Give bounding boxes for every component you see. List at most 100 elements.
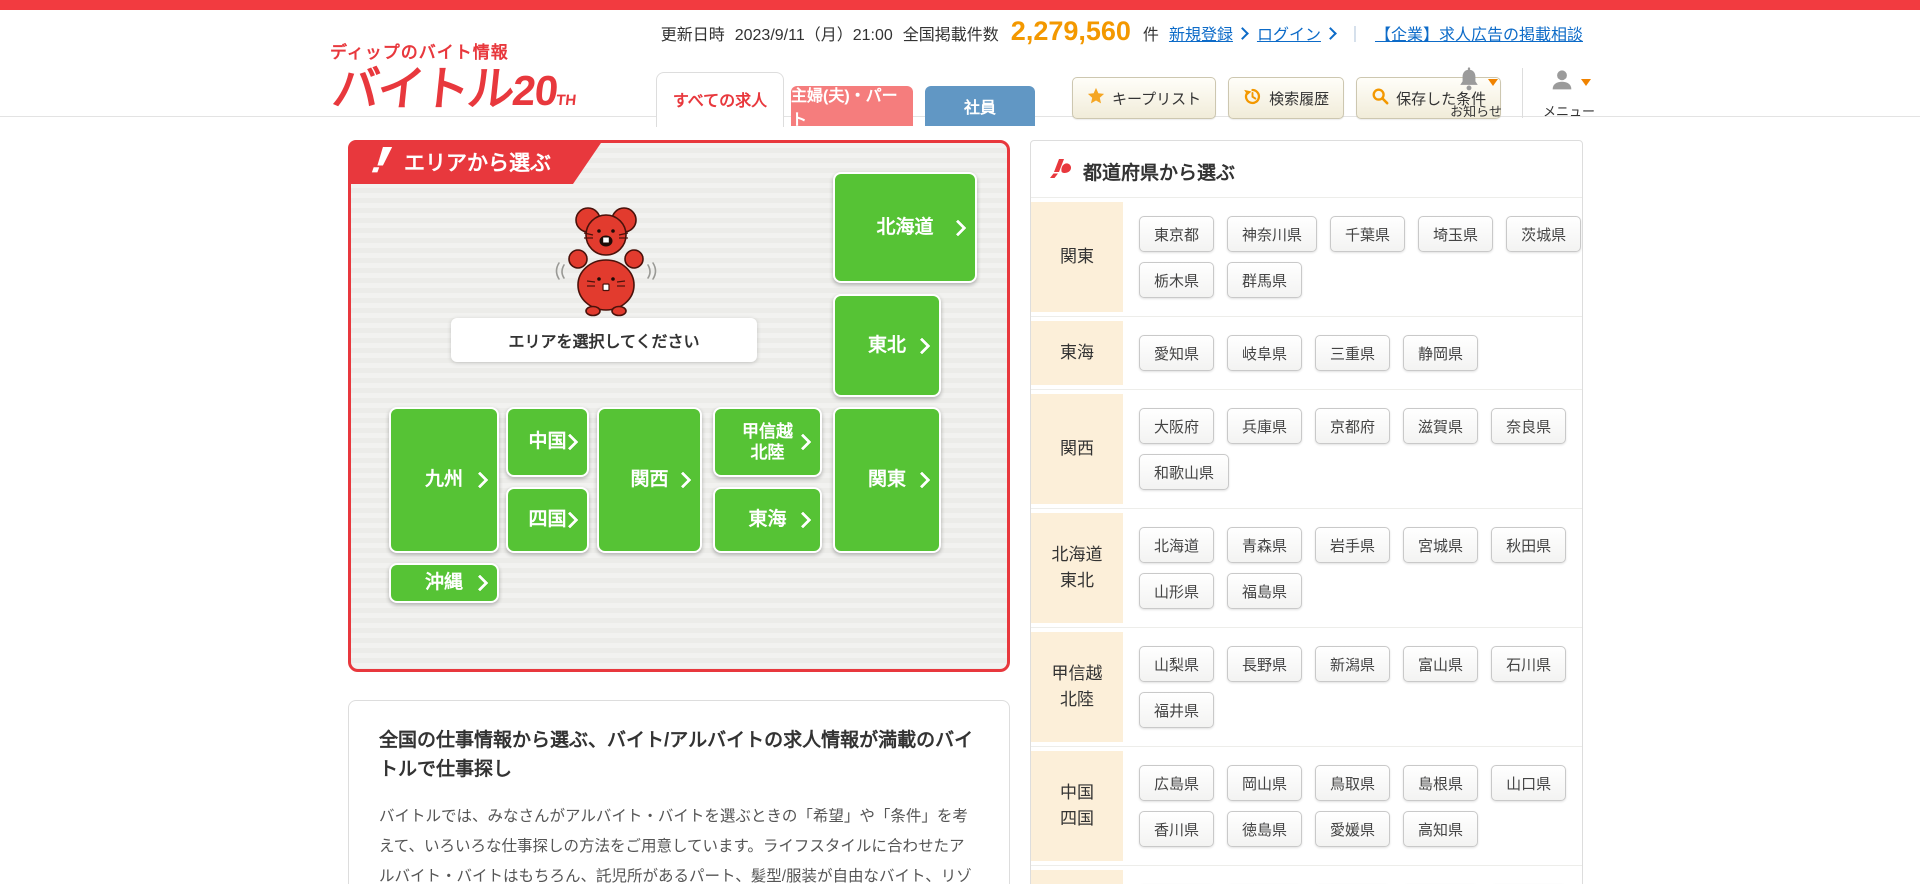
prefecture-button[interactable]: 岡山県 (1227, 765, 1303, 801)
menu-button[interactable]: メニュー (1533, 66, 1605, 120)
prefecture-button[interactable]: 福井県 (1139, 692, 1215, 728)
prefecture-button[interactable]: 群馬県 (1227, 262, 1303, 298)
prefecture-buttons: 東京都 神奈川県 千葉県 埼玉県 茨城県栃木県 群馬県 (1123, 198, 1589, 316)
baitoru-mark-red-icon (1047, 155, 1073, 187)
area-button-chugoku[interactable]: 中国 (506, 407, 589, 477)
area-button-kanto[interactable]: 関東 (833, 407, 941, 553)
prefecture-button[interactable]: 岩手県 (1315, 527, 1391, 563)
prefecture-row: 関東 東京都 神奈川県 千葉県 埼玉県 茨城県 栃木県 群馬県 (1031, 197, 1582, 316)
prefecture-buttons: 愛知県 岐阜県 三重県 静岡県 (1123, 317, 1582, 389)
prefecture-button[interactable]: 埼玉県 (1418, 216, 1494, 252)
baitoru-mark-icon (370, 145, 394, 179)
area-button-shikoku[interactable]: 四国 (506, 487, 589, 553)
prefecture-button[interactable]: 栃木県 (1139, 262, 1215, 298)
prefecture-row: 東海 愛知県 岐阜県 三重県 静岡県 (1031, 316, 1582, 389)
mascot-illustration (551, 203, 661, 326)
area-button-tokai[interactable]: 東海 (713, 487, 822, 553)
chevron-right-icon (949, 219, 967, 236)
prefecture-button[interactable]: 秋田県 (1491, 527, 1567, 563)
vertical-divider (1522, 68, 1523, 118)
site-logo[interactable]: ディップのバイト情報 バイトル20TH (329, 43, 577, 115)
prefecture-button[interactable]: 山形県 (1139, 573, 1215, 609)
prefecture-button[interactable]: 奈良県 (1491, 408, 1567, 444)
logo-brand-text: バイトル (329, 61, 516, 115)
prefecture-button[interactable]: 青森県 (1227, 527, 1303, 563)
tab-housewife-part[interactable]: 主婦(夫)・パート (791, 86, 913, 129)
prefecture-panel-title-row: 都道府県から選ぶ (1031, 141, 1582, 197)
area-button-label: 東北 (867, 334, 906, 356)
chevron-right-icon (1324, 26, 1337, 40)
prefecture-button[interactable]: 滋賀県 (1403, 408, 1479, 444)
area-button-koshinetsu[interactable]: 甲信越 北陸 (713, 407, 822, 477)
prefecture-buttons: 福岡県佐賀県長崎県熊本県大分県宮崎県鹿児島県沖縄県 (1123, 866, 1582, 884)
prefecture-button[interactable]: 三重県 (1315, 335, 1391, 371)
prefecture-button[interactable]: 京都府 (1315, 408, 1391, 444)
chevron-right-icon (794, 433, 812, 451)
prefecture-button[interactable]: 愛知県 (1139, 335, 1215, 371)
region-label: 北海道 東北 (1031, 513, 1123, 623)
prefecture-button[interactable]: 和歌山県 (1139, 454, 1230, 490)
prefecture-button[interactable]: 山梨県 (1139, 646, 1215, 682)
login-link[interactable]: ログイン (1257, 21, 1337, 45)
area-button-kansai[interactable]: 関西 (597, 407, 702, 553)
prefecture-button[interactable]: 広島県 (1139, 765, 1215, 801)
chevron-right-icon (913, 337, 931, 354)
prefecture-button[interactable]: 山口県 (1491, 765, 1567, 801)
prefecture-button[interactable]: 徳島県 (1227, 811, 1303, 847)
area-button-hokkaido[interactable]: 北海道 (833, 172, 977, 283)
prefecture-button[interactable]: 茨城県 (1506, 216, 1582, 252)
region-label: 九州沖縄 (1031, 870, 1123, 884)
chevron-right-icon (471, 574, 489, 592)
prefecture-row: 北海道 東北 北海道 青森県 岩手県 宮城県 秋田県山形県 福島県 (1031, 508, 1582, 627)
top-red-bar (0, 0, 1920, 10)
prefecture-button[interactable]: 大阪府 (1139, 408, 1215, 444)
prefecture-button[interactable]: 長野県 (1227, 646, 1303, 682)
area-button-kyushu[interactable]: 九州 (389, 407, 499, 553)
area-button-tohoku[interactable]: 東北 (833, 294, 941, 397)
prefecture-button[interactable]: 石川県 (1491, 646, 1567, 682)
prefecture-button[interactable]: 静岡県 (1403, 335, 1479, 371)
employer-ad-link[interactable]: 【企業】求人広告の掲載相談 (1375, 21, 1583, 45)
signup-link[interactable]: 新規登録 (1169, 21, 1249, 45)
notifications-label: お知らせ (1450, 104, 1502, 119)
tab-fulltime[interactable]: 社員 (925, 86, 1035, 126)
notifications-button[interactable]: お知らせ (1440, 66, 1512, 120)
prefecture-button[interactable]: 高知県 (1403, 811, 1479, 847)
prefecture-rows: 関東 東京都 神奈川県 千葉県 埼玉県 茨城県 栃木県 群馬県 東海 愛知県 岐阜県 三重県 静岡県 関西… (1031, 197, 1582, 884)
prefecture-button[interactable]: 島根県 (1403, 765, 1479, 801)
prefecture-button[interactable]: 愛媛県 (1315, 811, 1391, 847)
prefecture-button[interactable]: 兵庫県 (1227, 408, 1303, 444)
prefecture-button[interactable]: 香川県 (1139, 811, 1215, 847)
prefecture-button[interactable]: 新潟県 (1315, 646, 1391, 682)
logo-tagline: ディップのバイト情報 (330, 43, 509, 62)
update-datetime: 2023/9/11（月）21:00 (734, 27, 893, 44)
search-history-button[interactable]: 検索履歴 (1228, 77, 1345, 119)
area-button-label: 甲信越 北陸 (742, 421, 793, 462)
prefecture-button[interactable]: 北海道 (1139, 527, 1215, 563)
area-button-okinawa[interactable]: 沖縄 (389, 563, 499, 603)
chevron-right-icon (913, 471, 931, 489)
prefecture-buttons: 山梨県 長野県 新潟県 富山県 石川県福井県 (1123, 628, 1582, 746)
prefecture-button[interactable]: 岐阜県 (1227, 335, 1303, 371)
prefecture-row: 甲信越 北陸 山梨県 長野県 新潟県 富山県 石川県福井県 (1031, 627, 1582, 746)
prefecture-buttons: 広島県 岡山県 鳥取県 島根県 山口県香川県 徳島県 愛媛県 高知県 (1123, 747, 1582, 865)
prefecture-button[interactable]: 千葉県 (1330, 216, 1406, 252)
prefecture-button[interactable]: 富山県 (1403, 646, 1479, 682)
logo-anniversary-number: 20 (510, 66, 560, 114)
region-label: 関西 (1031, 394, 1123, 504)
keep-list-button[interactable]: キープリスト (1072, 77, 1217, 119)
area-button-label: 関西 (630, 469, 669, 491)
chevron-down-icon (1487, 78, 1498, 86)
prefecture-button[interactable]: 神奈川県 (1227, 216, 1318, 252)
prefecture-button[interactable]: 宮城県 (1403, 527, 1479, 563)
site-header: ディップのバイト情報 バイトル20TH 更新日時 2023/9/11（月）21:… (0, 10, 1920, 129)
bell-icon (1455, 66, 1483, 99)
user-icon (1548, 66, 1576, 99)
area-button-label: 沖縄 (424, 572, 463, 594)
prefecture-button[interactable]: 鳥取県 (1315, 765, 1391, 801)
prefecture-button[interactable]: 東京都 (1139, 216, 1215, 252)
chevron-right-icon (471, 471, 489, 489)
prefecture-button[interactable]: 福島県 (1227, 573, 1303, 609)
region-label: 甲信越 北陸 (1031, 632, 1123, 742)
tab-all-jobs[interactable]: すべての求人 (656, 72, 784, 127)
